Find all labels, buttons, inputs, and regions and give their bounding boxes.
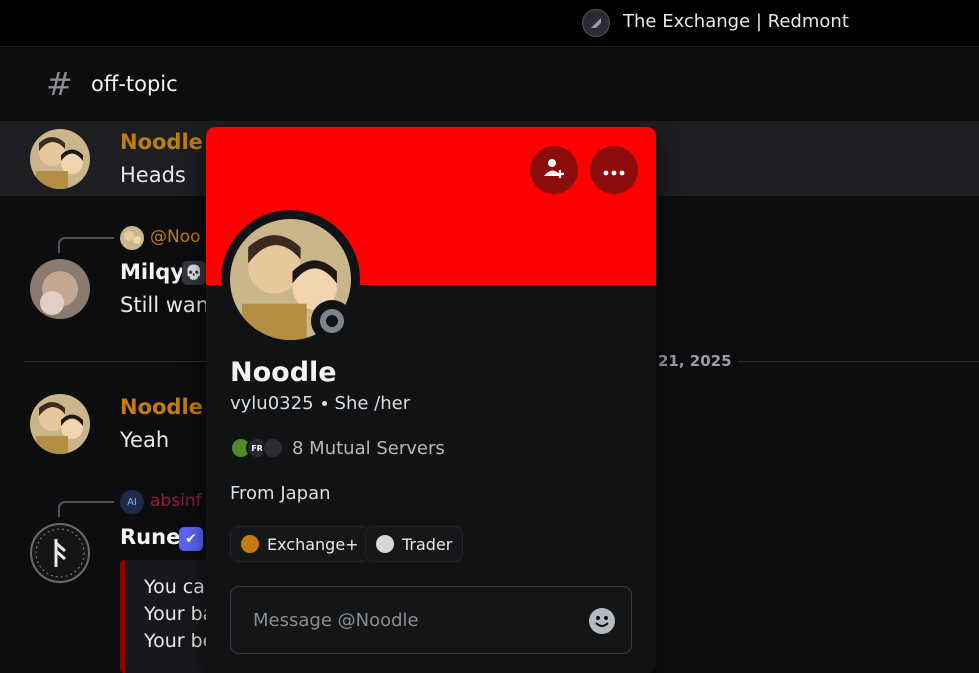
- channel-header: # off-topic: [0, 46, 979, 122]
- channel-hash-icon: #: [46, 65, 73, 103]
- profile-bio: From Japan: [230, 483, 331, 504]
- user-profile-popout: Noodle vylu0325 She /her FR 8 Mutual Ser…: [206, 127, 656, 673]
- message-author[interactable]: Noodle: [120, 130, 203, 154]
- reply-author[interactable]: @Noo: [150, 227, 201, 247]
- embed-line: Your ba: [144, 603, 215, 625]
- reply-avatar[interactable]: AI: [120, 490, 144, 514]
- mutual-servers[interactable]: FR 8 Mutual Servers: [230, 437, 445, 459]
- server-name: The Exchange | Redmont: [623, 11, 849, 32]
- username-row: vylu0325 She /her: [230, 393, 410, 414]
- channel-name[interactable]: off-topic: [91, 72, 178, 96]
- avatar[interactable]: [30, 523, 90, 583]
- title-bar: The Exchange | Redmont: [0, 0, 979, 46]
- avatar[interactable]: [30, 394, 90, 454]
- message-text: Heads: [120, 163, 186, 187]
- role-color-dot: [376, 535, 394, 553]
- role-name: Exchange+: [267, 534, 359, 554]
- message-author[interactable]: Milqy: [120, 260, 184, 284]
- message-text: Still wan: [120, 293, 210, 317]
- avatar[interactable]: [30, 129, 90, 189]
- message-author[interactable]: Rune: [120, 525, 180, 549]
- skull-badge-icon: 💀: [182, 261, 206, 285]
- role-color-dot: [241, 535, 259, 553]
- avatar[interactable]: [30, 259, 90, 319]
- reply-connector: [58, 501, 114, 517]
- message-author[interactable]: Noodle: [120, 395, 203, 419]
- app-window: The Exchange | Redmont # off-topic Noodl…: [0, 0, 979, 673]
- emoji-button[interactable]: [589, 608, 615, 634]
- role-pill[interactable]: Exchange+: [230, 526, 370, 562]
- message-text: Yeah: [120, 428, 170, 452]
- status-indicator: [311, 300, 353, 342]
- profile-pronouns: She /her: [334, 393, 411, 414]
- more-icon: [603, 161, 625, 180]
- direct-message-box: [230, 586, 632, 654]
- profile-display-name: Noodle: [230, 357, 337, 388]
- role-pill[interactable]: Trader: [365, 526, 464, 562]
- reply-connector: [58, 237, 114, 253]
- reply-author[interactable]: absinf: [150, 491, 202, 511]
- mutual-server-icon: [262, 437, 284, 459]
- embed-line: You car: [144, 576, 213, 598]
- add-friend-icon: [542, 156, 566, 184]
- verified-app-badge-icon: ✔: [179, 527, 203, 551]
- add-friend-button[interactable]: [530, 146, 578, 194]
- reply-avatar[interactable]: [120, 226, 144, 250]
- server-icon[interactable]: [582, 9, 610, 37]
- divider-date: 21, 2025: [652, 352, 738, 370]
- more-options-button[interactable]: [590, 146, 638, 194]
- mutual-servers-label: 8 Mutual Servers: [292, 437, 445, 459]
- offline-status-icon: [320, 309, 344, 333]
- direct-message-input[interactable]: [253, 605, 553, 635]
- profile-username[interactable]: vylu0325: [230, 393, 314, 414]
- role-name: Trader: [402, 534, 453, 554]
- embed-line: Your be: [144, 630, 215, 652]
- separator-dot: [321, 401, 327, 406]
